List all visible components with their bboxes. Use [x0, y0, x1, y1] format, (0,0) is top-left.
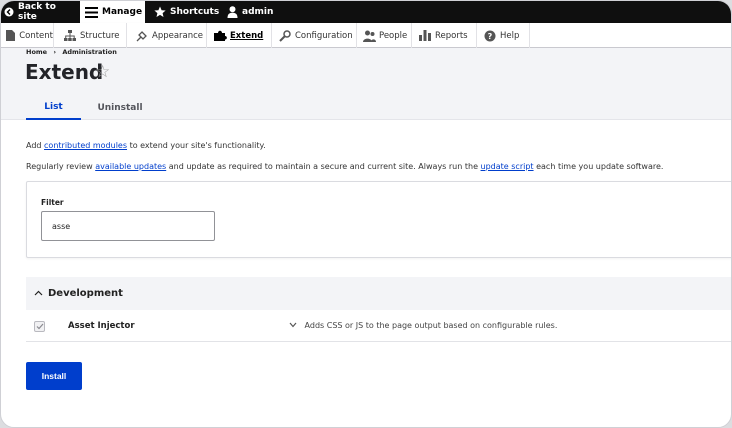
module-name[interactable]: Asset Injector	[68, 321, 135, 331]
manage-tab[interactable]: Manage	[80, 1, 145, 23]
intro-text: each time you update software.	[533, 162, 664, 171]
page-title: Extend	[25, 60, 104, 84]
svg-text:?: ?	[488, 32, 493, 41]
module-row: Asset Injector Adds CSS or JS to the pag…	[26, 310, 731, 342]
tray-item-configuration[interactable]: Configuration	[274, 23, 357, 48]
back-to-site-link[interactable]: Back to site	[1, 1, 77, 23]
tray-item-label: Configuration	[295, 30, 353, 41]
back-to-site-label: Back to site	[18, 2, 56, 22]
manage-tray: Content Structure Appearance Extend Conf…	[1, 23, 731, 48]
tray-item-label: Reports	[435, 30, 468, 41]
intro-line-1: Add contributed modules to extend your s…	[26, 141, 266, 150]
tab-list[interactable]: List	[26, 96, 81, 120]
shortcuts-tab[interactable]: Shortcuts	[150, 1, 220, 23]
page-header: Home › Administration Extend ☆ List Unin…	[1, 48, 731, 120]
reports-icon	[418, 29, 432, 43]
tray-item-appearance[interactable]: Appearance	[131, 23, 207, 48]
wrench-icon	[278, 29, 292, 43]
package-toggle[interactable]: Development	[26, 277, 731, 310]
tray-item-label: Content	[19, 30, 53, 41]
breadcrumb-administration[interactable]: Administration	[62, 48, 117, 56]
tray-item-label: Appearance	[152, 30, 204, 41]
appearance-icon	[135, 29, 149, 43]
filter-fieldset: Filter asse	[26, 181, 731, 258]
shortcuts-label: Shortcuts	[170, 7, 220, 17]
available-updates-link[interactable]: available updates	[95, 162, 166, 171]
chevron-up-icon	[34, 288, 43, 299]
intro-text: and update as required to maintain a sec…	[166, 162, 481, 171]
filter-input[interactable]: asse	[41, 211, 215, 241]
module-description-toggle[interactable]: Adds CSS or JS to the page output based …	[289, 321, 557, 330]
intro-text: to extend your site's functionality.	[127, 141, 266, 150]
tray-item-extend[interactable]: Extend	[209, 23, 272, 48]
chevron-down-icon	[289, 321, 300, 330]
chevron-left-circle-icon	[4, 7, 14, 17]
content-icon	[5, 29, 16, 43]
intro-text: Add	[26, 141, 45, 150]
tray-item-reports[interactable]: Reports	[414, 23, 477, 48]
install-button[interactable]: Install	[26, 362, 82, 390]
tray-item-label: Extend	[230, 30, 264, 41]
tray-item-label: People	[379, 30, 408, 41]
contributed-modules-link[interactable]: contributed modules	[44, 141, 127, 150]
help-icon: ?	[483, 29, 497, 43]
browser-frame: Back to site Manage Shortcuts admin Cont…	[0, 0, 732, 428]
extend-icon	[213, 29, 227, 43]
update-script-link[interactable]: update script	[481, 162, 534, 171]
shortcut-star-icon[interactable]: ☆	[95, 62, 110, 82]
people-icon	[362, 29, 376, 43]
user-tab[interactable]: admin	[223, 1, 283, 23]
tray-item-label: Help	[500, 30, 520, 41]
user-label: admin	[242, 7, 274, 17]
tray-item-content[interactable]: Content	[1, 23, 54, 48]
package-name: Development	[48, 288, 123, 299]
structure-icon	[63, 29, 77, 43]
tray-item-help[interactable]: ? Help	[479, 23, 530, 48]
breadcrumb-separator: ›	[53, 48, 57, 56]
breadcrumb-home[interactable]: Home	[26, 48, 47, 56]
package-development: Development Asset Injector Adds CSS or J…	[26, 277, 731, 342]
intro-text: Regularly review	[26, 162, 96, 171]
star-icon	[154, 6, 166, 18]
breadcrumb: Home › Administration	[26, 48, 121, 56]
tab-uninstall[interactable]: Uninstall	[89, 96, 151, 120]
tray-item-label: Structure	[80, 30, 120, 41]
admin-toolbar: Back to site Manage Shortcuts admin	[1, 1, 731, 23]
hamburger-icon	[85, 6, 98, 18]
tray-item-people[interactable]: People	[358, 23, 412, 48]
module-description: Adds CSS or JS to the page output based …	[304, 321, 558, 330]
user-icon	[227, 6, 238, 18]
intro-line-2: Regularly review available updates and u…	[26, 162, 663, 171]
module-checkbox[interactable]	[34, 321, 45, 332]
tray-item-structure[interactable]: Structure	[59, 23, 127, 48]
manage-label: Manage	[102, 7, 143, 17]
filter-label: Filter	[41, 198, 64, 207]
